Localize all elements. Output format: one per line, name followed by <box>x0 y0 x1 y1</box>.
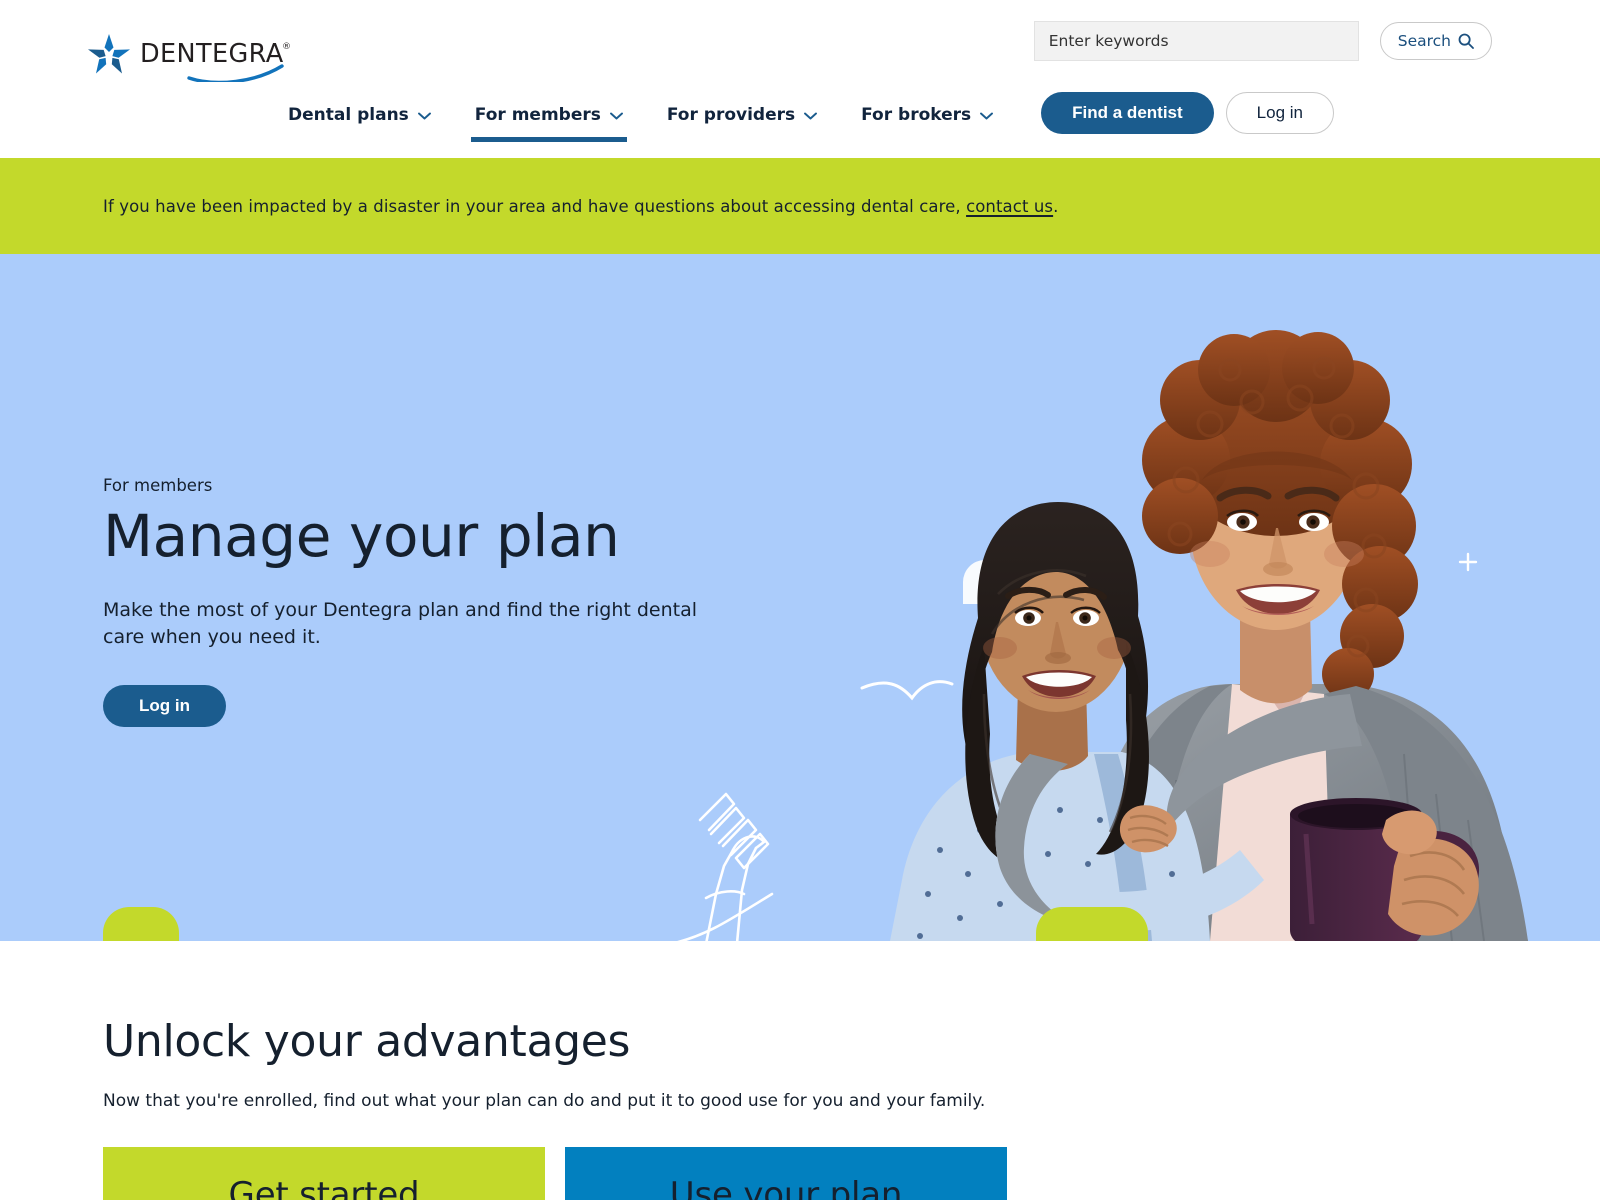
advantage-card-title: Use your plan <box>669 1175 903 1200</box>
svg-text:DENTEGRA: DENTEGRA <box>140 39 284 69</box>
nav-item-list: Dental plans For members For providers F… <box>266 88 1334 142</box>
advantages-subtitle: Now that you're enrolled, find out what … <box>103 1091 986 1111</box>
nav-item-dental-plans[interactable]: Dental plans <box>266 88 453 142</box>
hero-content: For members Manage your plan Make the mo… <box>103 476 763 727</box>
main-navigation: Dental plans For members For providers F… <box>0 88 1600 144</box>
hero-section: For members Manage your plan Make the mo… <box>0 254 1600 941</box>
logo-svg: DENTEGRA ® <box>88 34 291 85</box>
advantages-card-list: Get started Use your plan <box>103 1147 1497 1200</box>
header-search: Search <box>1033 21 1492 61</box>
dentegra-star-logo[interactable]: DENTEGRA ® <box>86 30 296 85</box>
alert-text-before: If you have been impacted by a disaster … <box>103 196 967 216</box>
search-button[interactable]: Search <box>1379 22 1492 60</box>
alert-text-after: . <box>1053 196 1059 216</box>
chevron-down-icon <box>980 112 994 120</box>
nav-item-label: For members <box>474 105 601 125</box>
site-header: DENTEGRA ® Search Dental plans For <box>0 0 1600 158</box>
hero-eyebrow: For members <box>103 476 213 495</box>
advantages-section: Unlock your advantages Now that you're e… <box>0 941 1600 1200</box>
alert-contact-us-link[interactable]: contact us <box>966 197 1053 216</box>
nav-item-for-providers[interactable]: For providers <box>645 88 839 142</box>
green-accent-shape-right <box>1036 907 1148 941</box>
alert-text: If you have been impacted by a disaster … <box>103 197 1058 216</box>
hero-title: Manage your plan <box>103 502 620 570</box>
search-button-label: Search <box>1397 32 1451 50</box>
svg-text:®: ® <box>282 42 291 52</box>
hero-photo <box>880 254 1600 941</box>
hero-photo-illustration <box>890 330 1528 941</box>
green-accent-shape-left <box>103 907 179 941</box>
chevron-down-icon <box>417 112 431 120</box>
find-a-dentist-button[interactable]: Find a dentist <box>1041 92 1214 134</box>
advantage-card-title: Get started <box>228 1175 420 1200</box>
advantage-card-use-your-plan[interactable]: Use your plan <box>565 1147 1007 1200</box>
hero-description: Make the most of your Dentegra plan and … <box>103 598 698 648</box>
advantages-title: Unlock your advantages <box>103 1016 631 1067</box>
header-login-button[interactable]: Log in <box>1225 92 1334 134</box>
hero-login-button[interactable]: Log in <box>103 684 226 727</box>
search-input[interactable] <box>1033 21 1359 61</box>
nav-item-label: For brokers <box>861 105 972 125</box>
nav-item-label: For providers <box>666 105 796 125</box>
chevron-down-icon <box>804 112 818 120</box>
nav-action-buttons: Find a dentist Log in <box>1041 88 1334 134</box>
advantage-card-get-started[interactable]: Get started <box>103 1147 545 1200</box>
nav-item-for-members[interactable]: For members <box>453 88 645 142</box>
chevron-down-icon <box>609 112 623 120</box>
search-icon <box>1458 33 1474 49</box>
disaster-alert-banner: If you have been impacted by a disaster … <box>0 158 1600 254</box>
nav-item-label: Dental plans <box>288 105 409 125</box>
nav-item-for-brokers[interactable]: For brokers <box>839 88 1015 142</box>
